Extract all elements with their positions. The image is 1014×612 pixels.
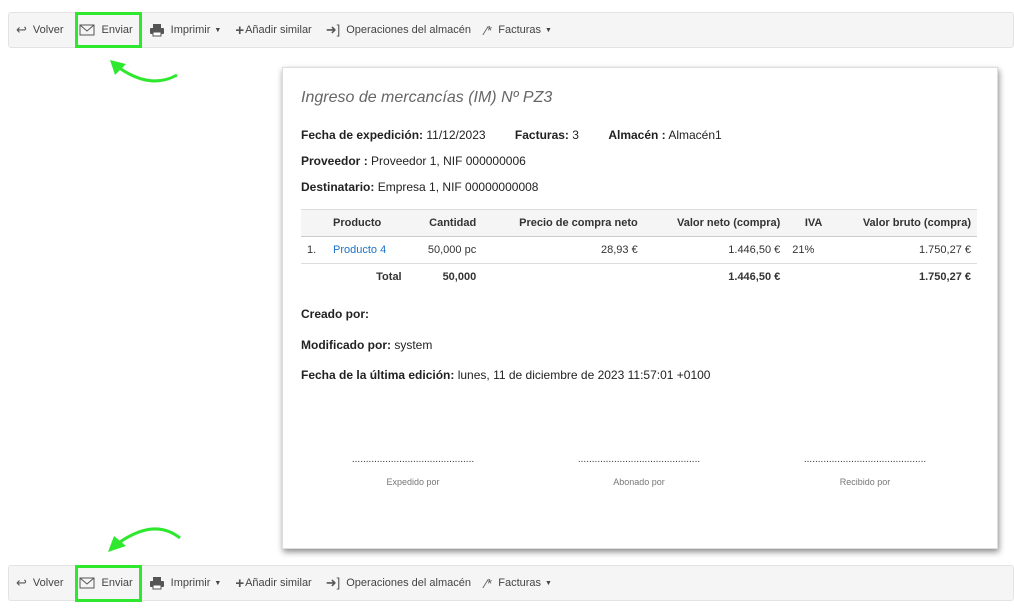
signature-received: ........................................…	[803, 454, 927, 487]
warehouse-operations-button[interactable]: ➜] Operaciones del almacén	[319, 13, 478, 47]
modified-by: Modificado por: system	[301, 338, 433, 352]
printer-icon	[149, 23, 165, 37]
top-toolbar: ↩ Volver Enviar Imprimir ▼ + Añadir similar…	[8, 12, 1014, 48]
goods-receipt-document: Ingreso de mercancías (IM) Nº PZ3 Fecha …	[282, 67, 998, 549]
arrow-annotation-icon	[108, 527, 181, 552]
reply-icon: ↩	[16, 22, 27, 37]
caret-down-icon: ▼	[545, 579, 552, 587]
created-by: Creado por:	[301, 307, 370, 321]
reply-icon: ↩	[16, 575, 27, 590]
arrow-annotation-icon	[110, 60, 178, 83]
document-title: Ingreso de mercancías (IM) Nº PZ3	[301, 89, 553, 106]
items-table: Producto Cantidad Precio de compra neto …	[301, 209, 977, 290]
sign-in-icon: ➜]	[325, 575, 341, 590]
table-row: 1. Producto 4 50,000 pc 28,93 € 1.446,50…	[301, 236, 977, 264]
invoices-button[interactable]: ⁄* Facturas ▼	[478, 13, 559, 47]
send-highlight	[75, 565, 142, 602]
magic-wand-icon: ⁄*	[485, 575, 493, 591]
back-button[interactable]: ↩ Volver	[9, 566, 70, 600]
total-row: Total 50,000 1.446,50 € 1.750,27 €	[376, 271, 971, 283]
bottom-toolbar: ↩ Volver Enviar Imprimir ▼ + Añadir similar…	[8, 565, 1014, 601]
invoices-button[interactable]: ⁄* Facturas ▼	[478, 566, 559, 600]
warehouse-operations-button[interactable]: ➜] Operaciones del almacén	[319, 566, 478, 600]
sign-in-icon: ➜]	[325, 22, 341, 37]
add-similar-button[interactable]: + Añadir similar	[228, 13, 318, 47]
printer-icon	[149, 576, 165, 590]
plus-icon: +	[235, 21, 245, 39]
supplier: Proveedor : Proveedor 1, NIF 000000006	[301, 154, 526, 168]
send-highlight	[75, 12, 142, 48]
add-similar-button[interactable]: + Añadir similar	[228, 566, 318, 600]
print-button[interactable]: Imprimir ▼	[142, 13, 229, 47]
plus-icon: +	[235, 574, 245, 592]
back-button[interactable]: ↩ Volver	[9, 13, 70, 47]
signature-issued: ........................................…	[351, 454, 475, 487]
magic-wand-icon: ⁄*	[485, 22, 493, 38]
header-info: Fecha de expedición: 11/12/2023 Facturas…	[301, 128, 722, 142]
caret-down-icon: ▼	[545, 26, 552, 34]
caret-down-icon: ▼	[214, 26, 222, 34]
last-edit-date: Fecha de la última edición: lunes, 11 de…	[301, 368, 711, 382]
recipient: Destinatario: Empresa 1, NIF 00000000008	[301, 180, 539, 194]
product-link[interactable]: Producto 4	[333, 244, 386, 256]
caret-down-icon: ▼	[214, 579, 222, 587]
print-button[interactable]: Imprimir ▼	[142, 566, 229, 600]
signature-paid: ........................................…	[577, 454, 701, 487]
